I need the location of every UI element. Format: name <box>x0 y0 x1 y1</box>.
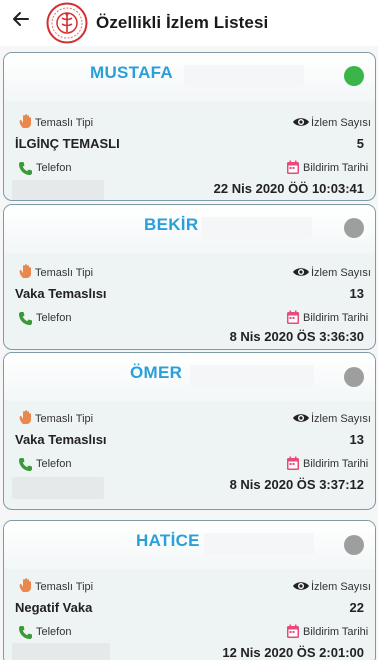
hand-icon <box>18 409 34 430</box>
status-active-indicator <box>344 66 364 86</box>
hand-icon <box>18 263 34 284</box>
masked-phone-number <box>12 477 104 499</box>
eye-icon <box>292 579 310 597</box>
report-date-label: Bildirim Tarihi <box>303 626 369 638</box>
phone-icon[interactable] <box>18 311 33 331</box>
person-name: MUSTAFA <box>90 63 173 82</box>
masked-surname <box>184 65 304 87</box>
hand-icon <box>18 577 34 598</box>
hand-icon <box>18 113 34 134</box>
calendar-icon <box>286 456 300 476</box>
back-arrow-icon[interactable] <box>10 9 32 33</box>
person-card[interactable]: ÖMER Temaslı Tipi İzlem Sayısı Vaka Tema… <box>3 352 376 510</box>
follow-count-value: 13 <box>349 286 364 301</box>
masked-phone-number <box>12 180 104 200</box>
contact-type-value: Negatif Vaka <box>15 600 93 615</box>
app-bar: Özellikli İzlem Listesi <box>0 0 378 46</box>
report-date-value: 12 Nis 2020 ÖS 2:01:00 <box>222 645 364 660</box>
phone-label: Telefon <box>36 626 72 638</box>
report-date-label: Bildirim Tarihi <box>303 458 369 470</box>
calendar-icon <box>286 624 300 644</box>
follow-count-label: İzlem Sayısı <box>311 117 371 129</box>
phone-icon[interactable] <box>18 457 33 477</box>
page-title: Özellikli İzlem Listesi <box>96 13 269 32</box>
phone-icon[interactable] <box>18 161 33 181</box>
person-name: HATİCE <box>136 531 200 550</box>
person-card[interactable]: HATİCE Temaslı Tipi İzlem Sayısı Negatif… <box>3 520 376 660</box>
phone-label: Telefon <box>36 312 72 324</box>
follow-count-value: 5 <box>356 136 364 151</box>
eye-icon <box>292 265 310 283</box>
contact-type-value: İLGİNÇ TEMASLI <box>15 136 120 151</box>
follow-list[interactable]: MUSTAFA Temaslı Tipi İzlem Sayısı İLGİNÇ… <box>0 46 378 660</box>
follow-count-value: 22 <box>349 600 364 615</box>
masked-surname <box>190 365 314 387</box>
contact-type-label: Temaslı Tipi <box>35 413 94 425</box>
follow-count-label: İzlem Sayısı <box>311 581 371 593</box>
person-card[interactable]: MUSTAFA Temaslı Tipi İzlem Sayısı İLGİNÇ… <box>3 52 376 201</box>
calendar-icon <box>286 310 300 330</box>
contact-type-label: Temaslı Tipi <box>35 581 94 593</box>
eye-icon <box>292 411 310 429</box>
status-inactive-indicator <box>344 218 364 238</box>
contact-type-label: Temaslı Tipi <box>35 117 94 129</box>
report-date-value: 8 Nis 2020 ÖS 3:37:12 <box>229 477 364 492</box>
follow-count-label: İzlem Sayısı <box>311 267 371 279</box>
contact-type-value: Vaka Temaslısı <box>15 432 107 447</box>
report-date-label: Bildirim Tarihi <box>303 162 369 174</box>
masked-phone-number <box>12 643 110 660</box>
contact-type-value: Vaka Temaslısı <box>15 286 107 301</box>
person-card[interactable]: BEKİR Temaslı Tipi İzlem Sayısı Vaka Tem… <box>3 204 376 350</box>
ministry-logo <box>46 2 88 44</box>
status-inactive-indicator <box>344 367 364 387</box>
phone-icon[interactable] <box>18 625 33 645</box>
masked-surname <box>204 533 314 555</box>
phone-label: Telefon <box>36 458 72 470</box>
follow-count-label: İzlem Sayısı <box>311 413 371 425</box>
phone-label: Telefon <box>36 162 72 174</box>
person-name: BEKİR <box>144 215 199 234</box>
eye-icon <box>292 115 310 133</box>
report-date-value: 8 Nis 2020 ÖS 3:36:30 <box>229 329 364 344</box>
calendar-icon <box>286 160 300 180</box>
person-name: ÖMER <box>130 363 183 382</box>
report-date-label: Bildirim Tarihi <box>303 312 369 324</box>
masked-surname <box>202 217 312 239</box>
contact-type-label: Temaslı Tipi <box>35 267 94 279</box>
status-inactive-indicator <box>344 535 364 555</box>
follow-count-value: 13 <box>349 432 364 447</box>
report-date-value: 22 Nis 2020 ÖÖ 10:03:41 <box>213 181 364 196</box>
